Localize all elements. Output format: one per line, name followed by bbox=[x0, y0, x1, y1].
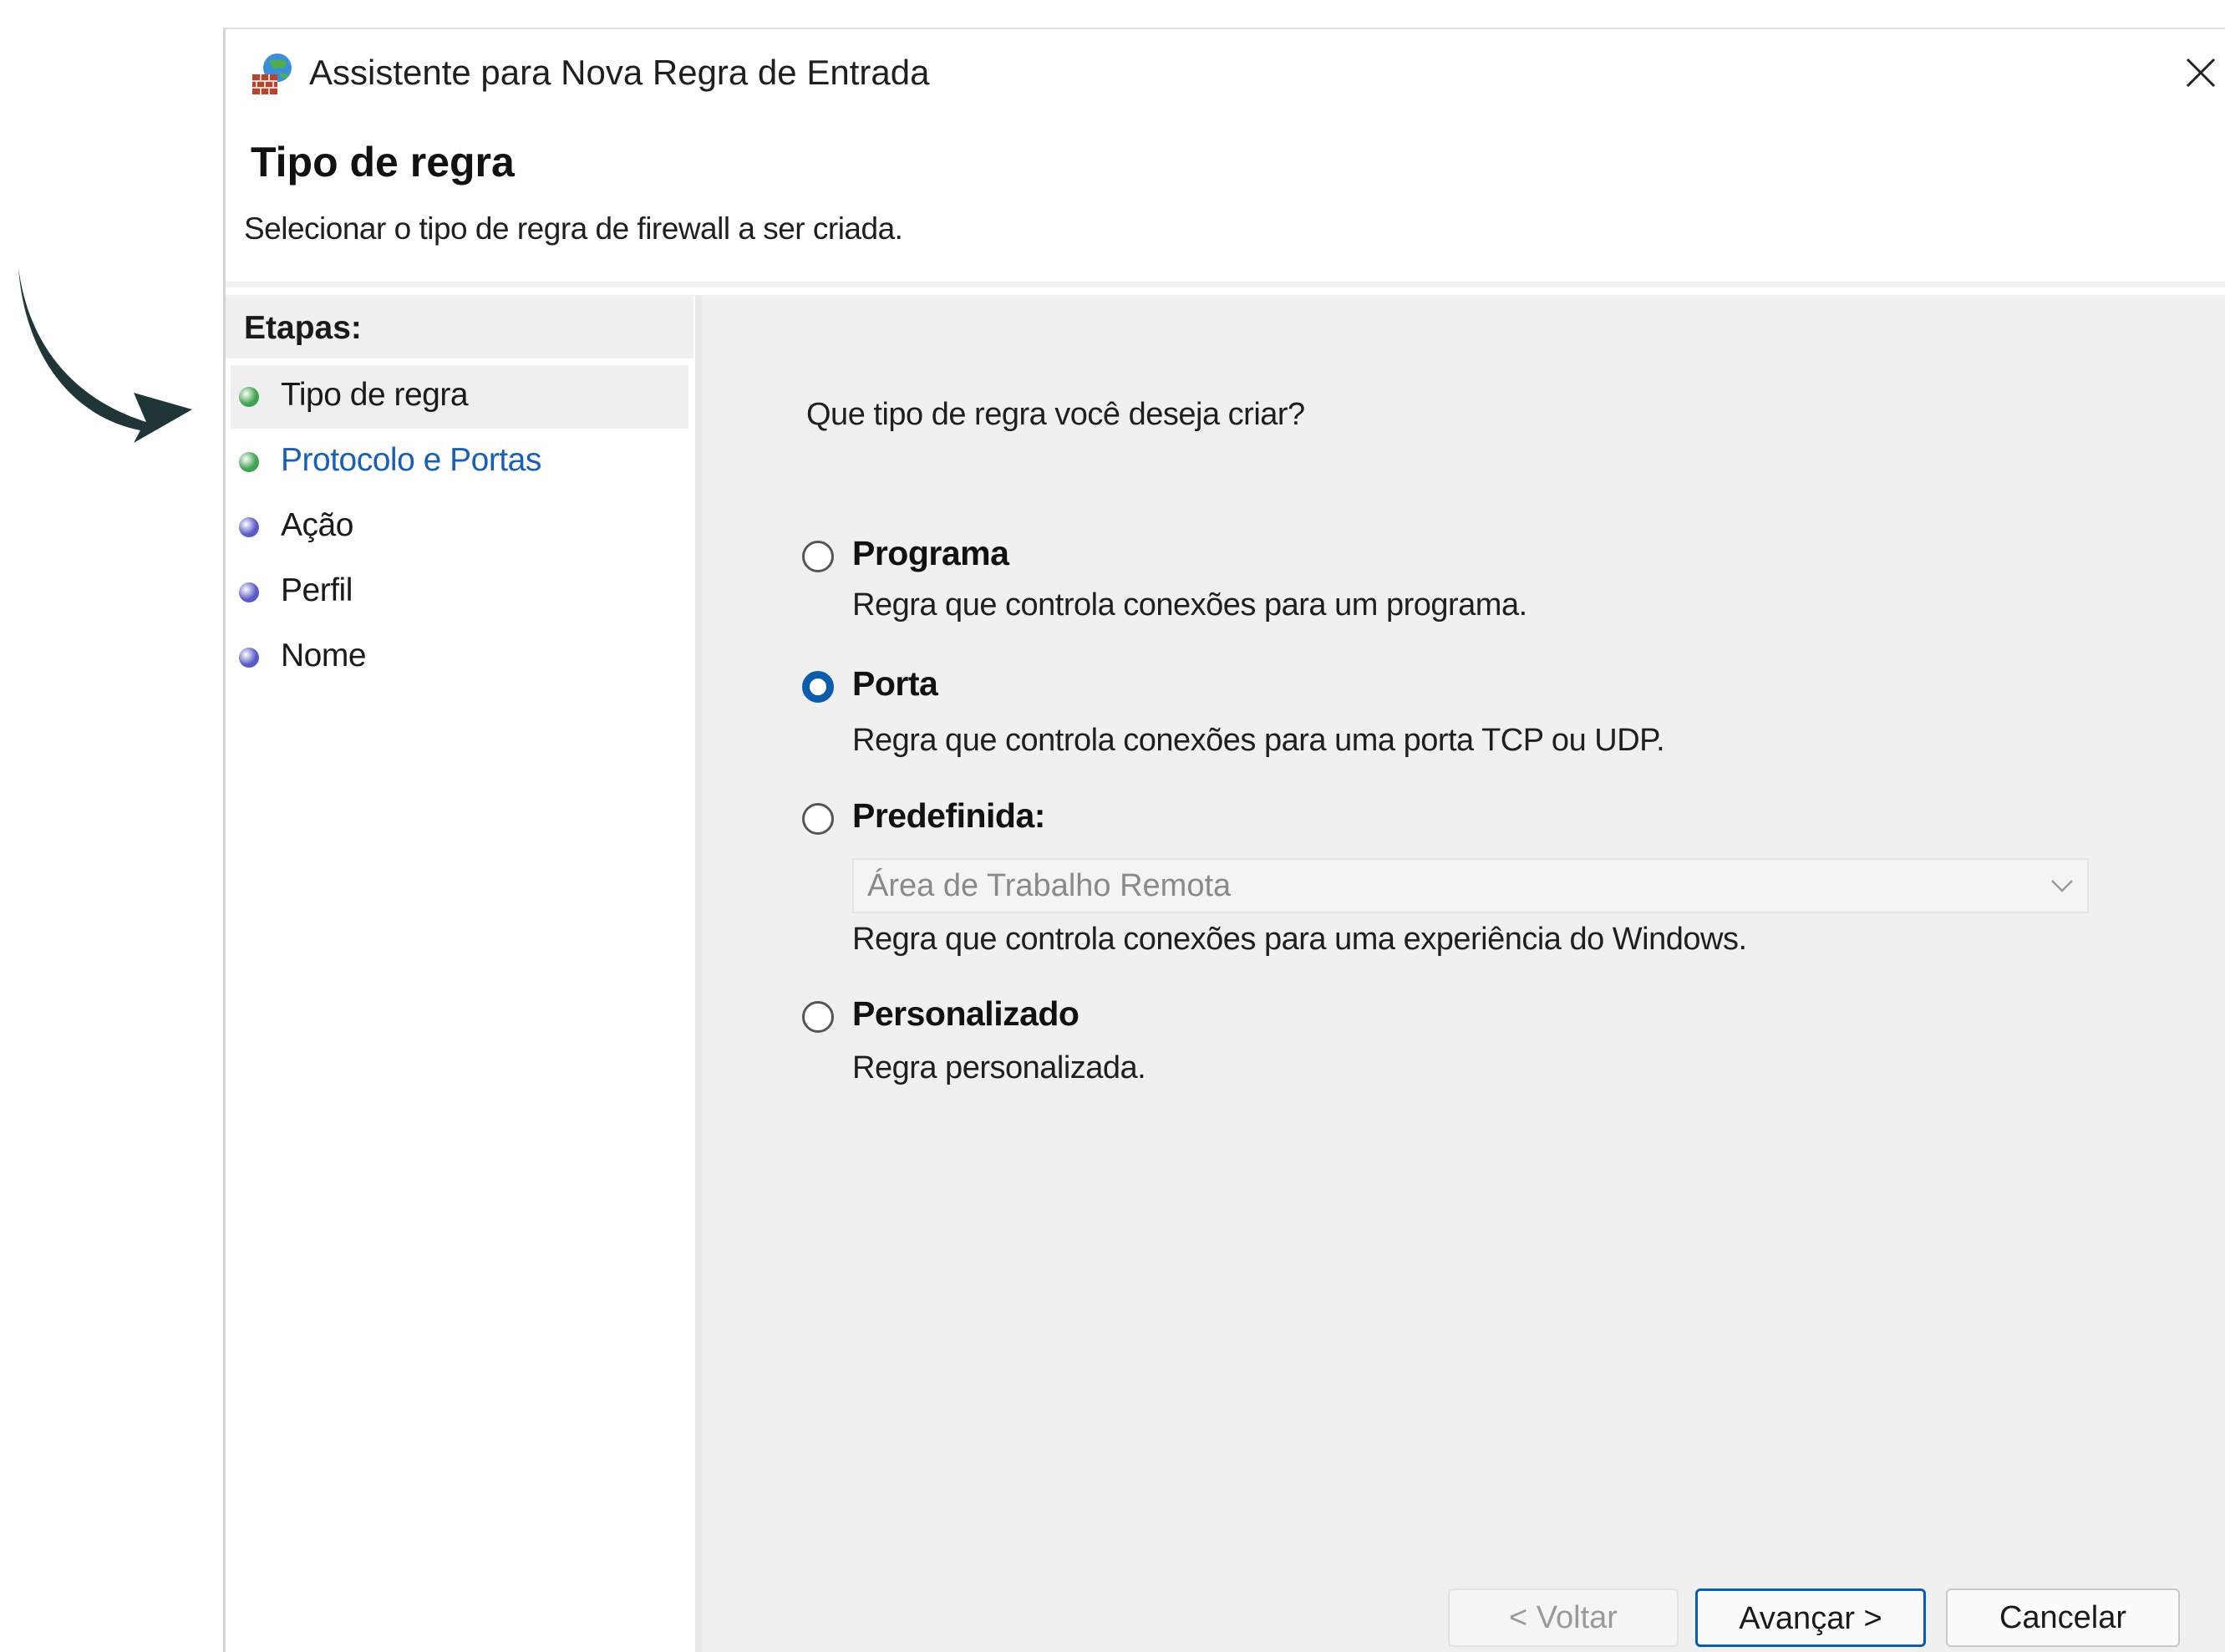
step-status-dot-icon bbox=[239, 648, 259, 668]
step-label: Protocolo e Portas bbox=[281, 442, 541, 478]
annotation-arrow-left bbox=[18, 267, 192, 443]
steps-panel: Etapas: Tipo de regra Protocolo e Portas… bbox=[226, 295, 695, 1652]
rule-type-question: Que tipo de regra você deseja criar? bbox=[806, 397, 1305, 432]
step-status-dot-icon bbox=[239, 452, 259, 472]
close-icon bbox=[2186, 58, 2216, 88]
steps-heading-label: Etapas: bbox=[244, 310, 362, 346]
chevron-down-icon bbox=[2051, 880, 2073, 892]
cancel-button[interactable]: Cancelar bbox=[1946, 1588, 2180, 1647]
option-label-programa[interactable]: Programa bbox=[852, 534, 1009, 573]
step-perfil[interactable]: Perfil bbox=[231, 561, 688, 624]
predefined-rule-select[interactable]: Área de Trabalho Remota bbox=[852, 858, 2089, 913]
back-button[interactable]: < Voltar bbox=[1448, 1588, 1679, 1647]
header-divider bbox=[226, 282, 2225, 287]
step-protocolo-e-portas[interactable]: Protocolo e Portas bbox=[231, 430, 688, 494]
page-title: Tipo de regra bbox=[251, 139, 515, 186]
title-bar: Assistente para Nova Regra de Entrada bbox=[226, 29, 2225, 121]
option-desc-personalizado: Regra personalizada. bbox=[852, 1050, 1146, 1085]
page-subtitle: Selecionar o tipo de regra de firewall a… bbox=[244, 211, 903, 246]
step-label: Nome bbox=[281, 638, 367, 674]
close-button[interactable] bbox=[2169, 39, 2225, 106]
option-label-personalizado[interactable]: Personalizado bbox=[852, 994, 1079, 1034]
step-label: Ação bbox=[281, 507, 353, 543]
radio-porta[interactable] bbox=[802, 671, 834, 703]
wizard-window: Assistente para Nova Regra de Entrada Ti… bbox=[223, 28, 2225, 1652]
option-desc-programa: Regra que controla conexões para um prog… bbox=[852, 587, 1527, 623]
firewall-globe-icon bbox=[252, 53, 292, 94]
predefined-rule-value: Área de Trabalho Remota bbox=[867, 868, 1232, 903]
main-content: Que tipo de regra você deseja criar? Pro… bbox=[702, 295, 2225, 1652]
step-acao[interactable]: Ação bbox=[231, 496, 688, 559]
step-label: Perfil bbox=[281, 572, 353, 608]
step-status-dot-icon bbox=[239, 517, 259, 537]
step-tipo-de-regra[interactable]: Tipo de regra bbox=[231, 365, 688, 429]
option-desc-predefinida: Regra que controla conexões para uma exp… bbox=[852, 922, 1747, 957]
radio-programa[interactable] bbox=[802, 541, 834, 572]
step-nome[interactable]: Nome bbox=[231, 626, 688, 689]
step-label: Tipo de regra bbox=[281, 377, 469, 413]
radio-predefinida[interactable] bbox=[802, 803, 834, 835]
option-label-porta[interactable]: Porta bbox=[852, 664, 938, 704]
panel-divider bbox=[695, 295, 702, 1652]
step-status-dot-icon bbox=[239, 387, 259, 407]
next-button[interactable]: Avançar > bbox=[1695, 1588, 1926, 1647]
steps-heading: Etapas: bbox=[226, 295, 693, 358]
option-desc-porta: Regra que controla conexões para uma por… bbox=[852, 723, 1665, 758]
radio-personalizado[interactable] bbox=[802, 1001, 834, 1033]
step-status-dot-icon bbox=[239, 582, 259, 602]
option-label-predefinida[interactable]: Predefinida: bbox=[852, 796, 1045, 836]
window-title: Assistente para Nova Regra de Entrada bbox=[309, 53, 930, 92]
